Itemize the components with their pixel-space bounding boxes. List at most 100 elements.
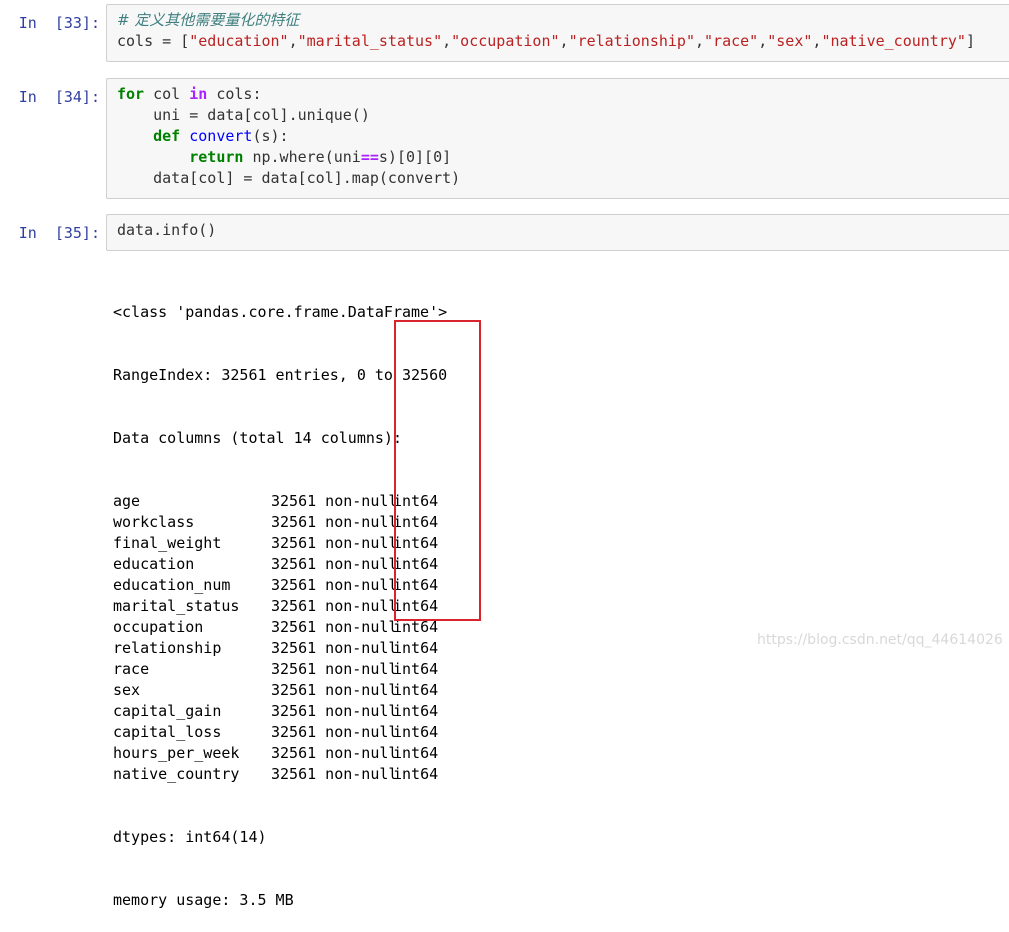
column-info-row: education 32561 non-nullint64	[113, 554, 447, 575]
column-dtype: int64	[393, 597, 439, 615]
column-dtype: int64	[393, 492, 439, 510]
column-dtype: int64	[393, 639, 439, 657]
column-dtype: int64	[393, 555, 439, 573]
code-input-area[interactable]: # 定义其他需要量化的特征 cols = ["education","marita…	[106, 4, 1009, 62]
column-name: education_num	[113, 576, 231, 594]
code-token-fn: convert	[189, 127, 253, 145]
code-line: cols = ["education","marital_status","oc…	[117, 31, 975, 52]
cell-output: <class 'pandas.core.frame.DataFrame'> Ra…	[113, 260, 447, 932]
output-line: memory usage: 3.5 MB	[113, 891, 294, 909]
code-input-area[interactable]: for col in cols: uni = data[col].unique(…	[106, 78, 1009, 199]
column-dtype: int64	[393, 723, 439, 741]
non-null-count: 32561 non-null	[271, 639, 398, 657]
code-token-cm: # 定义其他需要量化的特征	[117, 11, 300, 29]
code-editor[interactable]: data.info()	[117, 220, 216, 241]
output-line: dtypes: int64(14)	[113, 828, 267, 846]
column-name: age	[113, 492, 141, 510]
column-info-row: education_num 32561 non-nullint64	[113, 575, 447, 596]
code-line: uni = data[col].unique()	[117, 105, 460, 126]
code-token-plain: ,	[758, 32, 768, 50]
code-token-str: "education"	[189, 32, 289, 50]
code-token-plain: cols:	[207, 85, 262, 103]
column-name: native_country	[113, 765, 240, 783]
code-input-area[interactable]: data.info()	[106, 214, 1009, 251]
code-token-str: "native_country"	[821, 32, 966, 50]
non-null-count: 32561 non-null	[271, 597, 398, 615]
code-token-str: "occupation"	[451, 32, 560, 50]
column-dtype: int64	[393, 513, 439, 531]
code-cell-35[interactable]: In [35]: data.info()	[0, 214, 1009, 251]
code-token-plain: np.where(uni	[243, 148, 361, 166]
non-null-count: 32561 non-null	[271, 765, 398, 783]
column-dtype: int64	[393, 618, 439, 636]
code-line: data.info()	[117, 220, 216, 241]
column-info-row: relationship 32561 non-nullint64	[113, 638, 447, 659]
code-token-plain: uni = data[col].unique()	[117, 106, 370, 124]
non-null-count: 32561 non-null	[271, 492, 398, 510]
code-line: return np.where(uni==s)[0][0]	[117, 147, 460, 168]
column-info-row: age 32561 non-nullint64	[113, 491, 447, 512]
column-info-row: race 32561 non-nullint64	[113, 659, 447, 680]
column-name: hours_per_week	[113, 744, 240, 762]
column-info-row: native_country 32561 non-nullint64	[113, 764, 447, 785]
column-name: workclass	[113, 513, 195, 531]
code-token-str: "race"	[704, 32, 759, 50]
code-line: data[col] = data[col].map(convert)	[117, 168, 460, 189]
code-token-str: "marital_status"	[297, 32, 443, 50]
column-name: relationship	[113, 639, 222, 657]
column-dtype: int64	[393, 765, 439, 783]
code-token-plain: ,	[695, 32, 705, 50]
cell-prompt: In [33]:	[18, 14, 100, 32]
column-info-row: occupation 32561 non-nullint64	[113, 617, 447, 638]
column-dtype: int64	[393, 534, 439, 552]
non-null-count: 32561 non-null	[271, 660, 398, 678]
column-name: race	[113, 660, 150, 678]
non-null-count: 32561 non-null	[271, 681, 398, 699]
column-name: sex	[113, 681, 141, 699]
code-token-op: in	[189, 85, 208, 103]
non-null-count: 32561 non-null	[271, 723, 398, 741]
column-info-row: workclass 32561 non-nullint64	[113, 512, 447, 533]
non-null-count: 32561 non-null	[271, 576, 398, 594]
watermark: https://blog.csdn.net/qq_44614026	[757, 632, 1003, 648]
code-token-plain: ,	[442, 32, 452, 50]
column-dtype: int64	[393, 702, 439, 720]
code-line: # 定义其他需要量化的特征	[117, 10, 975, 31]
code-token-str: "sex"	[767, 32, 813, 50]
code-editor[interactable]: # 定义其他需要量化的特征 cols = ["education","marita…	[117, 10, 975, 52]
column-info-row: capital_loss 32561 non-nullint64	[113, 722, 447, 743]
column-name: capital_gain	[113, 702, 222, 720]
output-line: RangeIndex: 32561 entries, 0 to 32560	[113, 366, 448, 384]
code-token-kw: for	[117, 85, 145, 103]
non-null-count: 32561 non-null	[271, 534, 398, 552]
code-token-plain: (s):	[252, 127, 289, 145]
code-token-plain: data.info()	[117, 221, 217, 239]
column-name: marital_status	[113, 597, 240, 615]
column-info-row: hours_per_week 32561 non-nullint64	[113, 743, 447, 764]
code-line: def convert(s):	[117, 126, 460, 147]
column-name: occupation	[113, 618, 204, 636]
output-line: Data columns (total 14 columns):	[113, 429, 402, 447]
column-info-list: age 32561 non-nullint64 workclass 32561 non…	[113, 491, 447, 785]
output-line: <class 'pandas.core.frame.DataFrame'>	[113, 303, 448, 321]
code-editor[interactable]: for col in cols: uni = data[col].unique(…	[117, 84, 460, 189]
column-info-row: capital_gain 32561 non-nullint64	[113, 701, 447, 722]
column-name: capital_loss	[113, 723, 222, 741]
code-token-plain: ,	[559, 32, 569, 50]
non-null-count: 32561 non-null	[271, 555, 398, 573]
column-info-row: sex 32561 non-nullint64	[113, 680, 447, 701]
code-cell-34[interactable]: In [34]: for col in cols: uni = data[col…	[0, 78, 1009, 199]
code-token-plain: data[col] = data[col].map(convert)	[117, 169, 461, 187]
code-token-plain: s)[0][0]	[378, 148, 452, 166]
cell-prompt: In [35]:	[18, 224, 100, 242]
code-cell-33[interactable]: In [33]: # 定义其他需要量化的特征 cols = ["education…	[0, 4, 1009, 62]
non-null-count: 32561 non-null	[271, 513, 398, 531]
column-name: education	[113, 555, 195, 573]
code-token-op: ==	[360, 148, 379, 166]
code-token-plain: cols = [	[117, 32, 190, 50]
code-token-plain: ,	[288, 32, 298, 50]
code-token-kw: return	[189, 148, 244, 166]
